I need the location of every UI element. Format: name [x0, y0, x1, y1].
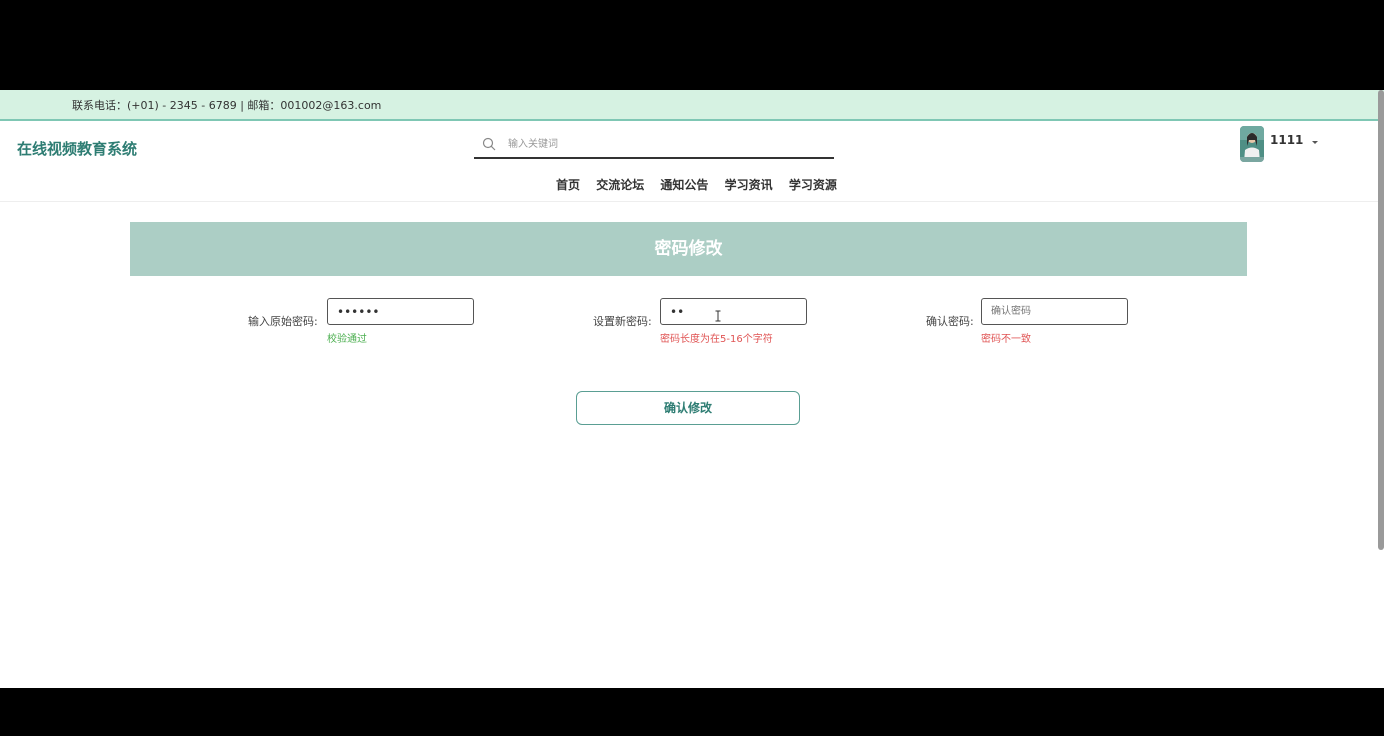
- old-password-hint: 校验通过: [327, 334, 367, 345]
- main-nav: 首页 交流论坛 通知公告 学习资讯 学习资源: [556, 176, 837, 193]
- old-password-label: 输入原始密码:: [248, 315, 318, 328]
- confirm-change-button[interactable]: 确认修改: [576, 391, 800, 425]
- confirm-password-field[interactable]: [981, 298, 1128, 325]
- username[interactable]: 1111: [1270, 133, 1303, 147]
- nav-item-notices[interactable]: 通知公告: [660, 176, 708, 193]
- new-password-field[interactable]: [660, 298, 807, 325]
- page-viewport: 联系电话：(+01) - 2345 - 6789 | 邮箱：001002@163…: [0, 90, 1384, 688]
- page-scrollbar[interactable]: [1378, 90, 1384, 550]
- nav-item-forum[interactable]: 交流论坛: [596, 176, 644, 193]
- nav-item-resources[interactable]: 学习资源: [789, 176, 837, 193]
- search-input[interactable]: [508, 135, 808, 153]
- nav-item-home[interactable]: 首页: [556, 176, 580, 193]
- confirm-password-label: 确认密码:: [926, 315, 974, 328]
- chevron-down-icon[interactable]: [1312, 141, 1318, 144]
- site-header: 在线视频教育系统 1111 首页: [0, 121, 1384, 202]
- page-banner: 密码修改: [130, 222, 1247, 276]
- contact-info: 联系电话：(+01) - 2345 - 6789 | 邮箱：001002@163…: [72, 99, 382, 112]
- avatar[interactable]: [1240, 126, 1264, 162]
- contact-bar: 联系电话：(+01) - 2345 - 6789 | 邮箱：001002@163…: [0, 90, 1384, 121]
- nav-item-news[interactable]: 学习资讯: [725, 176, 773, 193]
- site-brand[interactable]: 在线视频教育系统: [17, 138, 137, 159]
- confirm-password-hint: 密码不一致: [981, 334, 1031, 345]
- page-title: 密码修改: [654, 239, 723, 259]
- search-icon[interactable]: [482, 137, 496, 151]
- old-password-field[interactable]: [327, 298, 474, 325]
- search-bar: [474, 133, 834, 159]
- user-menu[interactable]: 1111: [1240, 126, 1330, 162]
- new-password-label: 设置新密码:: [593, 315, 652, 328]
- text-cursor-icon: [715, 310, 721, 322]
- new-password-hint: 密码长度为在5-16个字符: [660, 334, 773, 345]
